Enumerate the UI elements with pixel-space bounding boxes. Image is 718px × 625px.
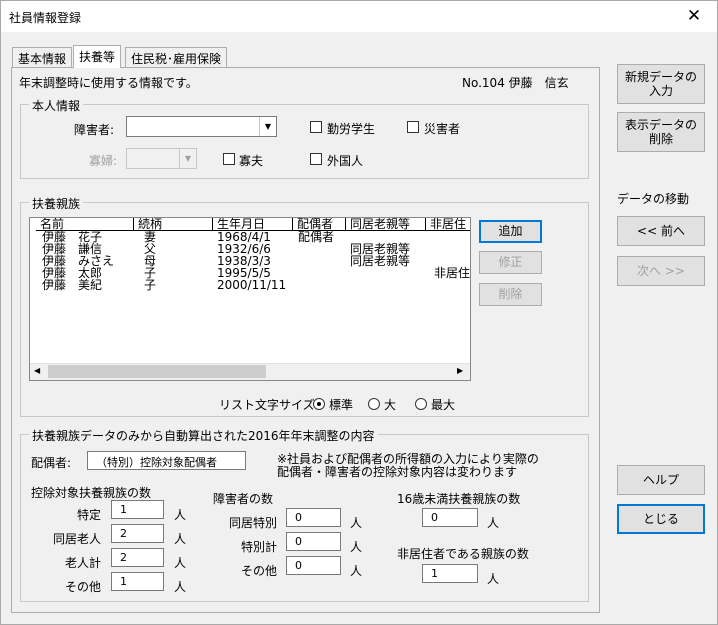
chevron-down-icon: ▼ — [179, 149, 196, 168]
delete-displayed-data-button[interactable]: 表示データの 削除 — [617, 112, 705, 152]
unit-label: 人 — [174, 508, 187, 522]
disabled-other-label: その他 — [241, 564, 278, 578]
add-dependent-button[interactable]: 追加 — [479, 220, 542, 243]
widow-label: 寡婦: — [89, 154, 118, 168]
window-title: 社員情報登録 — [9, 11, 82, 25]
disabled-other-count: 0 — [286, 556, 341, 575]
unit-label: 人 — [174, 532, 187, 546]
nonresident-relatives-count: 1 — [422, 564, 478, 583]
under-16-title: 16歳未満扶養親族の数 — [397, 492, 521, 506]
note-line-2: 配偶者・障害者の控除対象内容は変わります — [277, 465, 518, 479]
auto-calc-title: 扶養親族データのみから自動算出された2016年年末調整の内容 — [29, 427, 378, 444]
close-button[interactable]: とじる — [617, 504, 705, 534]
edit-dependent-button[interactable]: 修正 — [479, 251, 542, 274]
tab-resident-tax-insurance[interactable]: 住民税･雇用保険 — [125, 47, 228, 67]
new-data-button[interactable]: 新規データの 入力 — [617, 64, 705, 104]
special-total-count: 0 — [286, 532, 341, 551]
delete-dependent-button[interactable]: 削除 — [479, 283, 542, 306]
unit-label: 人 — [174, 580, 187, 594]
elderly-total-count: 2 — [111, 548, 164, 567]
cohabiting-special-label: 同居特別 — [229, 516, 278, 530]
cohabiting-elderly-count: 2 — [111, 524, 164, 543]
column-header-nonresident[interactable]: 非居住 — [426, 218, 470, 231]
list-font-size-label: リスト文字サイズ: — [219, 398, 319, 412]
scroll-right-icon[interactable]: ▶ — [457, 366, 463, 375]
next-button[interactable]: 次へ >> — [617, 256, 705, 286]
cohabiting-elderly-label: 同居老人 — [53, 532, 102, 546]
under-16-count: 0 — [422, 508, 478, 527]
dependents-title: 扶養親族 — [29, 195, 84, 212]
working-student-checkbox[interactable] — [310, 121, 322, 133]
column-header-elderly-parent[interactable]: 同居老親等 — [346, 218, 426, 231]
spouse-label: 配偶者: — [31, 456, 72, 470]
font-size-xlarge-label: 最大 — [431, 398, 456, 412]
scroll-left-icon[interactable]: ◀ — [34, 366, 40, 375]
font-size-xlarge-radio[interactable] — [415, 398, 427, 410]
working-student-label: 勤労学生 — [327, 122, 376, 136]
data-navigation-label: データの移動 — [617, 192, 690, 206]
disabled-count-title: 障害者の数 — [213, 492, 274, 506]
font-size-normal-label: 標準 — [329, 398, 354, 412]
spouse-type-field: （特別）控除対象配偶者 — [87, 451, 246, 470]
info-text: 年末調整時に使用する情報です。 — [19, 76, 198, 90]
specified-count: 1 — [111, 500, 164, 519]
tab-dependents[interactable]: 扶養等 — [73, 45, 122, 68]
foreigner-checkbox[interactable] — [310, 153, 322, 165]
font-size-large-radio[interactable] — [368, 398, 380, 410]
close-window-button[interactable]: ✕ — [671, 1, 717, 32]
disaster-victim-label: 災害者 — [424, 122, 461, 136]
disaster-victim-checkbox[interactable] — [407, 121, 419, 133]
unit-label: 人 — [174, 556, 187, 570]
title-bar: 社員情報登録 ✕ — [1, 1, 717, 32]
specified-label: 特定 — [77, 508, 102, 522]
font-size-normal-radio[interactable] — [313, 398, 325, 410]
horizontal-scrollbar[interactable]: ◀ ▶ — [30, 363, 470, 380]
chevron-down-icon: ▼ — [259, 117, 276, 136]
unit-label: 人 — [350, 516, 363, 530]
disability-label: 障害者: — [74, 123, 115, 137]
scrollbar-thumb[interactable] — [48, 365, 266, 378]
deductible-dependents-title: 控除対象扶養親族の数 — [31, 486, 152, 500]
elderly-total-label: 老人計 — [65, 556, 102, 570]
font-size-large-label: 大 — [384, 398, 397, 412]
employee-info-window: 社員情報登録 ✕ 基本情報 扶養等 住民税･雇用保険 年末調整時に使用する情報で… — [0, 0, 718, 625]
unit-label: 人 — [487, 516, 500, 530]
other-label: その他 — [65, 580, 102, 594]
disability-select[interactable]: ▼ — [126, 116, 277, 137]
widow-select[interactable]: ▼ — [126, 148, 197, 169]
foreigner-label: 外国人 — [327, 154, 364, 168]
tab-basic-info[interactable]: 基本情報 — [12, 47, 73, 67]
other-count: 1 — [111, 572, 164, 591]
help-button[interactable]: ヘルプ — [617, 465, 705, 495]
widower-checkbox[interactable] — [223, 153, 235, 165]
cohabiting-special-count: 0 — [286, 508, 341, 527]
nonresident-relatives-title: 非居住者である親族の数 — [397, 547, 529, 561]
self-info-title: 本人情報 — [29, 97, 84, 114]
special-total-label: 特別計 — [241, 540, 278, 554]
previous-button[interactable]: << 前へ — [617, 216, 705, 246]
employee-number: No.104 伊藤 信玄 — [462, 76, 569, 90]
widower-label: 寡夫 — [239, 154, 264, 168]
unit-label: 人 — [350, 540, 363, 554]
unit-label: 人 — [487, 572, 500, 586]
dependents-list[interactable]: 名前 続柄 生年月日 配偶者 同居老親等 非居住 伊藤 花子 妻 1968/4/… — [29, 217, 471, 381]
unit-label: 人 — [350, 564, 363, 578]
